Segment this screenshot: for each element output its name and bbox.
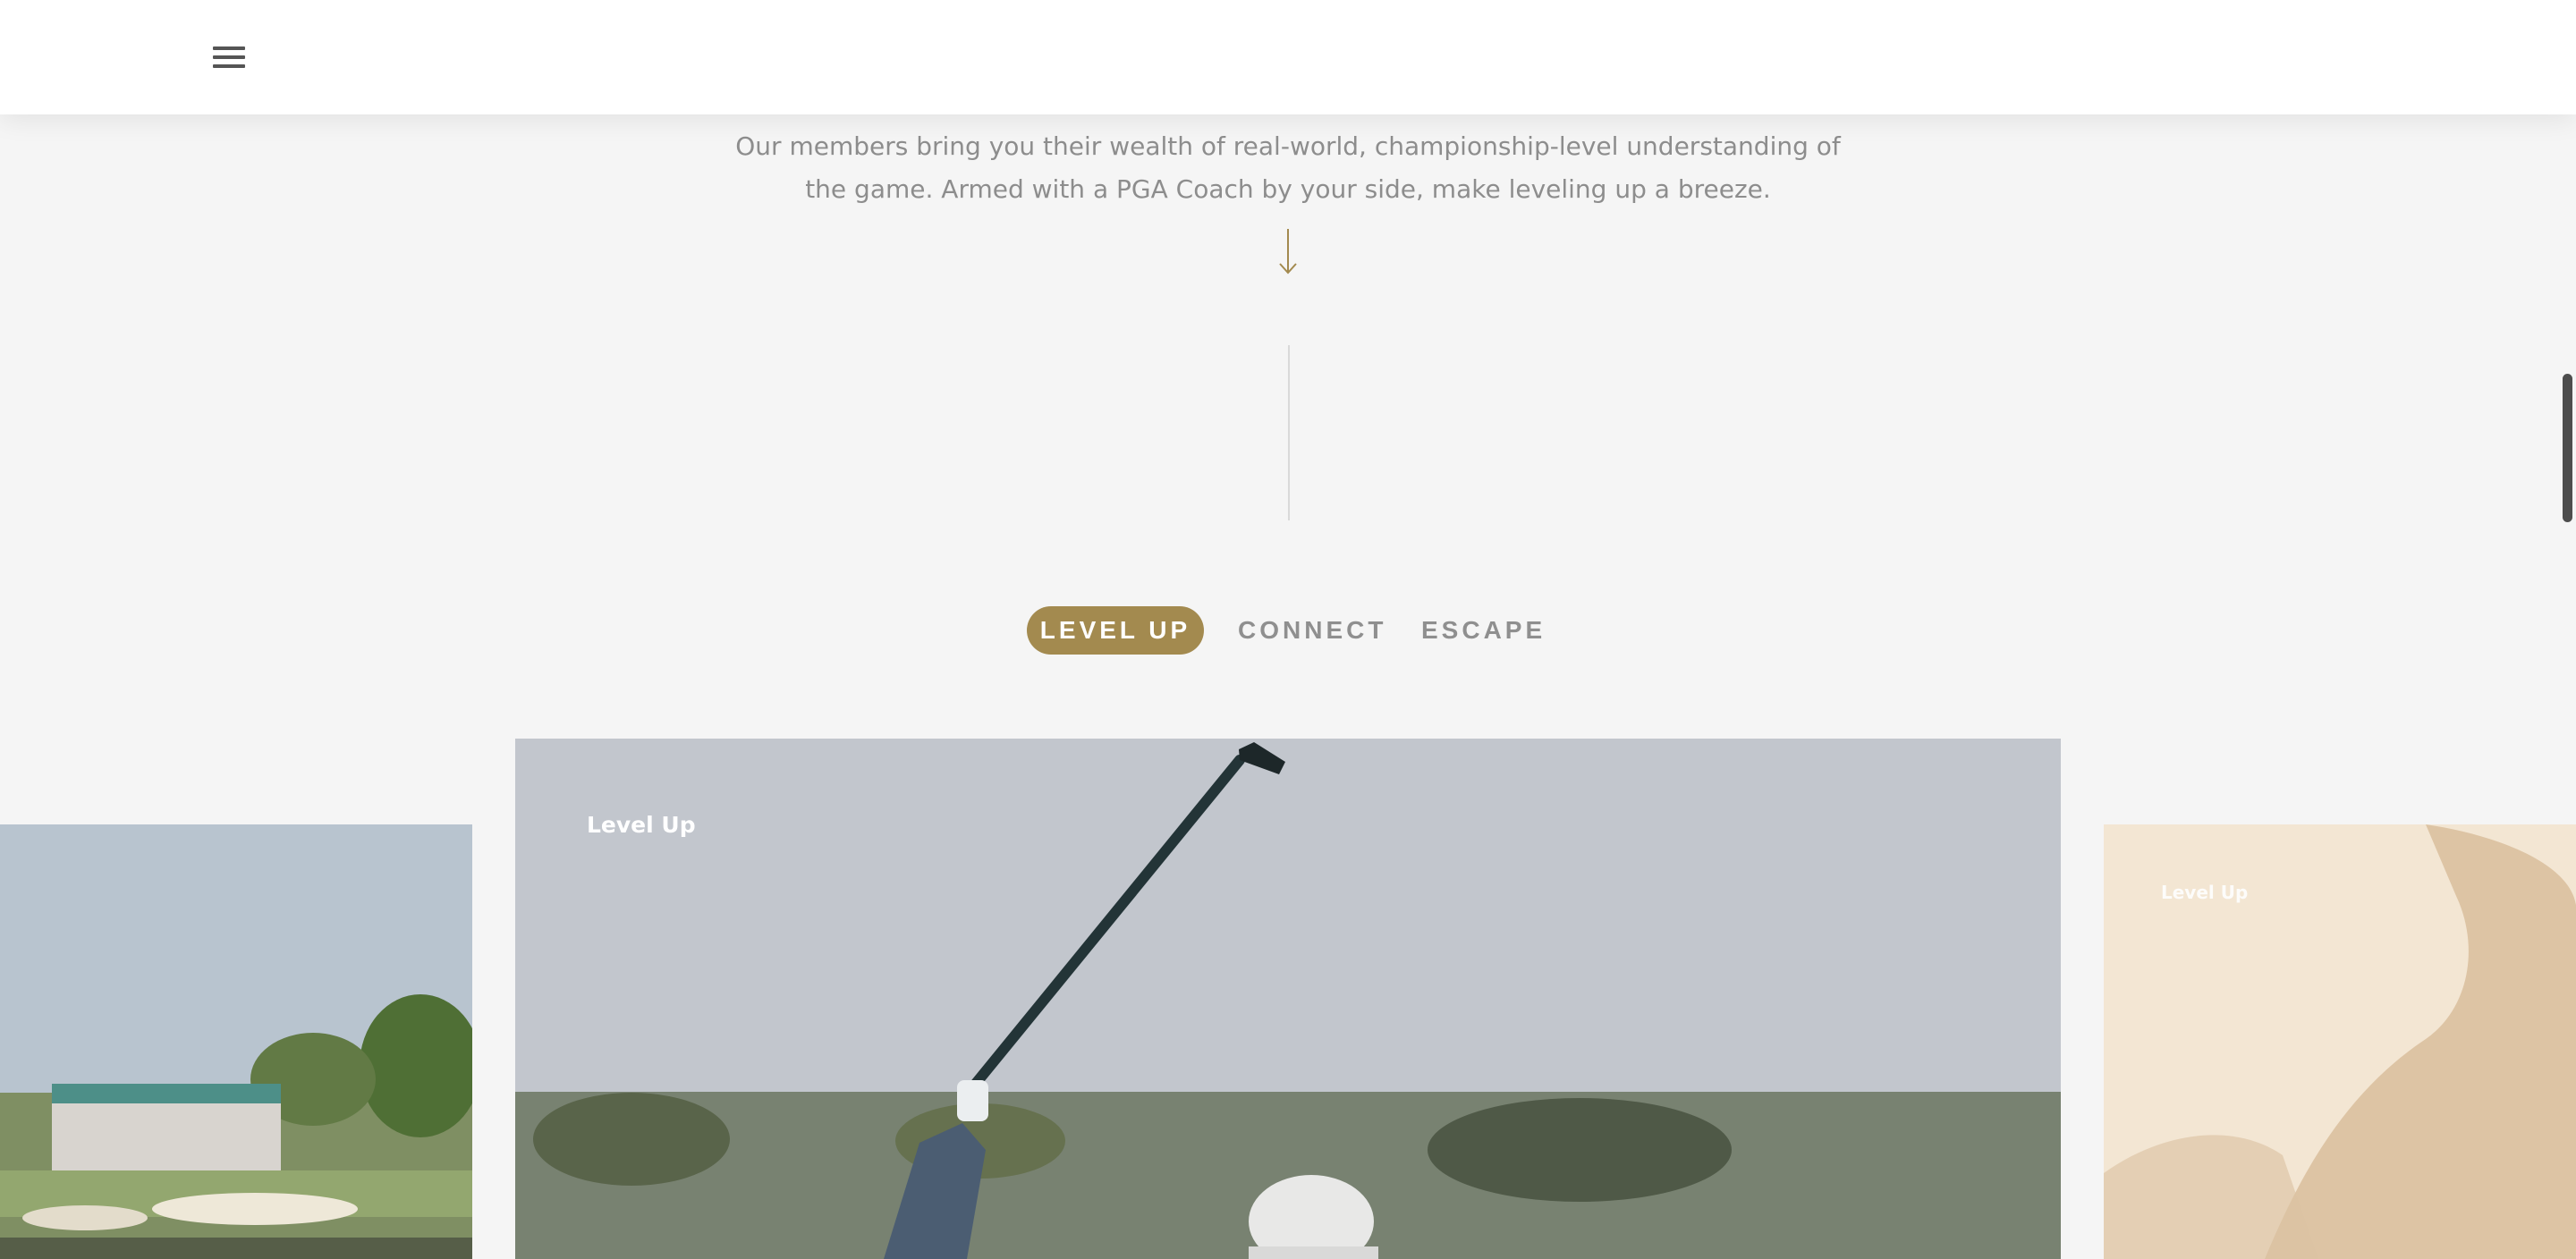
scrollbar-thumb[interactable] [2563,374,2572,522]
down-arrow-icon[interactable] [1270,225,1306,279]
card-label: Level Up [587,812,696,838]
scrollbar[interactable] [2558,114,2576,1259]
tab-escape[interactable]: ESCAPE [1421,606,1546,655]
menu-line [213,55,245,59]
vertical-divider [1288,345,1290,520]
tab-bar: LEVEL UP CONNECT ESCAPE [0,606,2576,655]
golfer-swinging-club-photo [515,739,2061,1259]
tab-level-up[interactable]: LEVEL UP [1027,606,1204,655]
hamburger-menu-button[interactable] [202,39,256,75]
carousel-card-right[interactable]: Level Up [2104,824,2576,1259]
golf-course-grandstand-photo [0,824,472,1259]
site-header [0,0,2576,114]
card-label: Level Up [2161,882,2249,903]
menu-line [213,64,245,68]
carousel-card-main[interactable]: Level Up [515,739,2061,1259]
intro-paragraph: Our members bring you their wealth of re… [735,131,1841,204]
menu-line [213,46,245,50]
carousel-card-left[interactable] [0,824,472,1259]
tab-connect[interactable]: CONNECT [1238,606,1386,655]
